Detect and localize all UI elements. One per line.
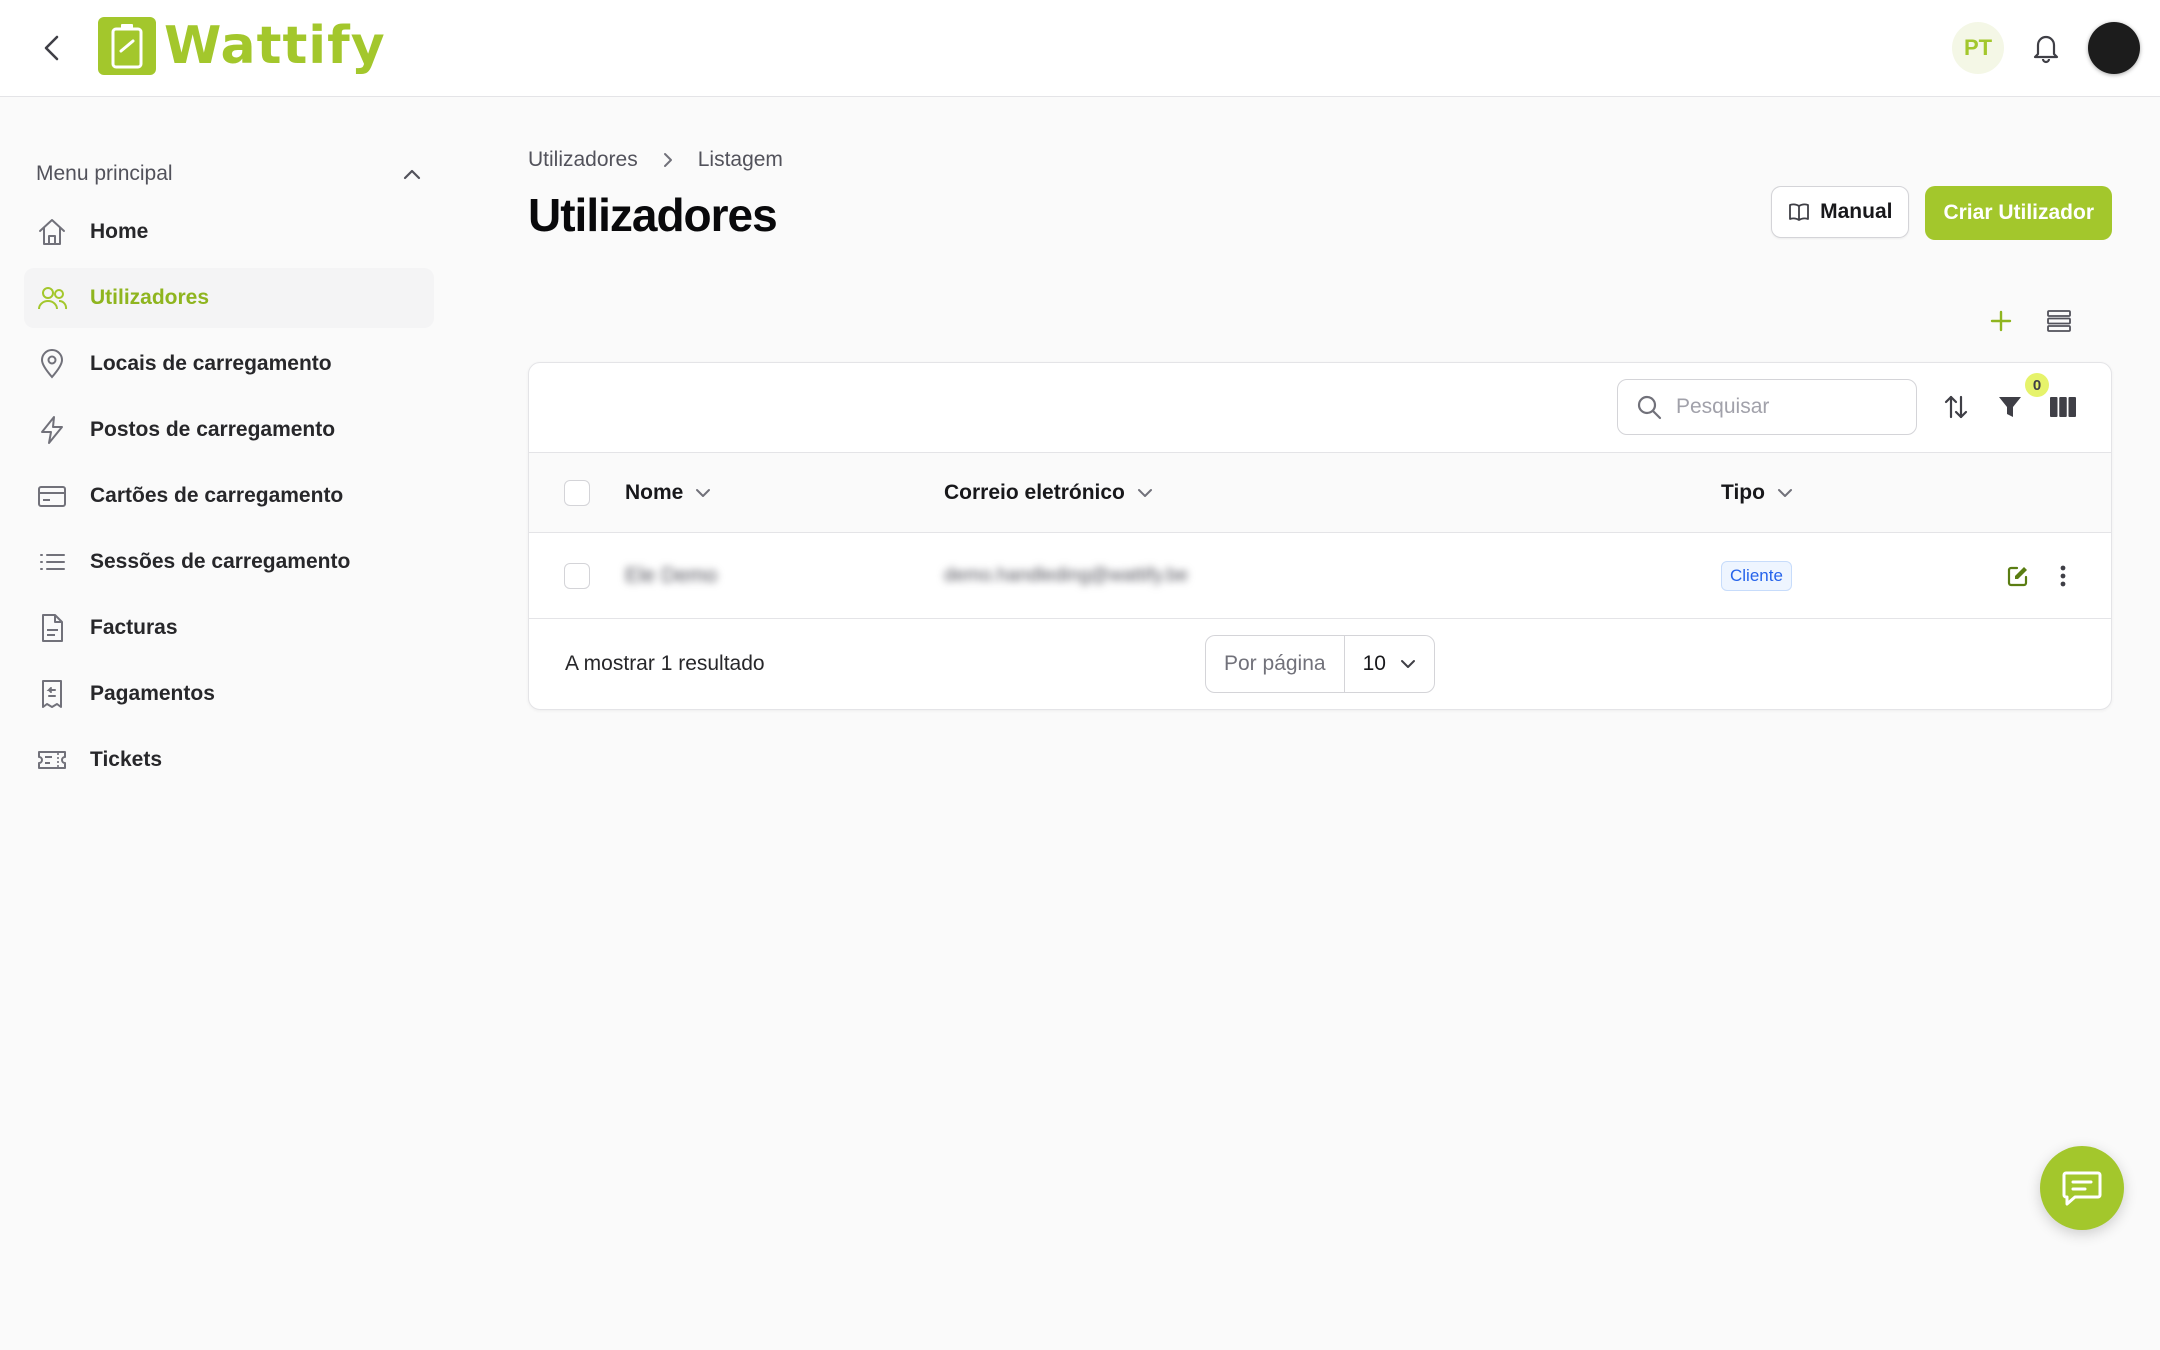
back-button[interactable]	[36, 30, 68, 66]
menu-title: Menu principal	[36, 162, 173, 185]
sidebar: Menu principal Home Utilizadores Locais …	[24, 150, 434, 796]
sidebar-item-label: Sessões de carregamento	[90, 550, 351, 573]
plus-icon	[1990, 310, 2012, 332]
app-logo[interactable]: Wattify	[98, 15, 386, 77]
edit-icon	[2007, 566, 2028, 587]
density-button[interactable]	[2042, 304, 2076, 338]
menu-section-header[interactable]: Menu principal	[24, 150, 434, 198]
row-checkbox[interactable]	[564, 563, 590, 589]
sort-arrows-icon	[1944, 395, 1968, 419]
sidebar-item-label: Locais de carregamento	[90, 352, 332, 375]
chevron-down-icon	[696, 489, 711, 497]
notifications-button[interactable]	[2026, 28, 2066, 68]
breadcrumb-item-users[interactable]: Utilizadores	[528, 148, 638, 172]
sidebar-item-facturas[interactable]: Facturas	[24, 598, 434, 658]
sidebar-nav: Home Utilizadores Locais de carregamento…	[24, 202, 434, 790]
language-switcher[interactable]: PT	[1952, 22, 2004, 74]
add-row-button[interactable]	[1984, 304, 2018, 338]
sidebar-item-label: Facturas	[90, 616, 178, 639]
per-page-label: Por página	[1206, 636, 1345, 692]
sidebar-item-cartoes[interactable]: Cartões de carregamento	[24, 466, 434, 526]
users-icon	[36, 282, 68, 314]
sidebar-item-label: Cartões de carregamento	[90, 484, 344, 507]
home-icon	[36, 216, 68, 248]
bell-icon	[2033, 35, 2059, 64]
user-type-cell: Cliente	[1721, 533, 1792, 619]
sidebar-item-locais[interactable]: Locais de carregamento	[24, 334, 434, 394]
column-header-name[interactable]: Nome	[625, 453, 711, 533]
document-icon	[36, 612, 68, 644]
table-tools	[1984, 304, 2076, 338]
per-page-value: 10	[1362, 652, 1386, 675]
chevron-down-icon	[1777, 489, 1792, 497]
table-row[interactable]: Ele Demo demo.handleding@wattify.be Clie…	[529, 533, 2111, 619]
users-table-card: Pesquisar 0 Nome Correio eletrónico Tipo…	[528, 362, 2112, 710]
sort-button[interactable]	[1939, 390, 1973, 424]
row-actions-button[interactable]	[2059, 533, 2067, 619]
sidebar-item-postos[interactable]: Postos de carregamento	[24, 400, 434, 460]
user-email-cell: demo.handleding@wattify.be	[944, 565, 1188, 586]
receipt-icon	[36, 678, 68, 710]
sidebar-item-pagamentos[interactable]: Pagamentos	[24, 664, 434, 724]
more-vertical-icon	[2060, 565, 2066, 587]
column-header-email[interactable]: Correio eletrónico	[944, 453, 1153, 533]
manual-button-label: Manual	[1820, 200, 1893, 223]
breadcrumb: Utilizadores Listagem	[528, 140, 2112, 180]
type-badge: Cliente	[1721, 561, 1792, 591]
sidebar-item-home[interactable]: Home	[24, 202, 434, 262]
sidebar-item-label: Pagamentos	[90, 682, 215, 705]
breadcrumb-item-current: Listagem	[697, 148, 783, 171]
lightning-icon	[36, 414, 68, 446]
create-user-button[interactable]: Criar Utilizador	[1925, 186, 2112, 240]
sidebar-item-sessoes[interactable]: Sessões de carregamento	[24, 532, 434, 592]
columns-button[interactable]	[2046, 390, 2080, 424]
edit-button[interactable]	[2007, 533, 2029, 619]
main-content: Utilizadores Listagem Utilizadores Manua…	[528, 140, 2112, 710]
map-pin-icon	[36, 348, 68, 380]
top-bar: Wattify PT	[0, 0, 2160, 97]
manual-button[interactable]: Manual	[1771, 186, 1910, 238]
table-footer: A mostrar 1 resultado Por página 10	[529, 619, 2111, 709]
column-header-label: Correio eletrónico	[944, 481, 1125, 504]
sidebar-item-label: Tickets	[90, 748, 162, 771]
sidebar-item-utilizadores[interactable]: Utilizadores	[24, 268, 434, 328]
search-input[interactable]: Pesquisar	[1617, 379, 1917, 435]
columns-icon	[2050, 397, 2076, 417]
sidebar-item-label: Utilizadores	[90, 286, 210, 309]
filter-button[interactable]	[1993, 390, 2027, 424]
credit-card-icon	[36, 480, 68, 512]
book-icon	[1789, 203, 1810, 221]
table-header: Nome Correio eletrónico Tipo	[529, 453, 2111, 533]
page-actions: Manual Criar Utilizador	[1771, 186, 2112, 240]
sidebar-item-tickets[interactable]: Tickets	[24, 730, 434, 790]
search-placeholder: Pesquisar	[1676, 395, 1770, 418]
table-toolbar: Pesquisar 0	[529, 363, 2111, 453]
chevron-down-icon	[1400, 660, 1415, 668]
column-header-label: Tipo	[1721, 481, 1765, 504]
column-header-label: Nome	[625, 481, 684, 504]
chevron-down-icon	[1137, 489, 1152, 497]
list-icon	[36, 546, 68, 578]
filter-icon	[1999, 397, 2021, 417]
column-header-type[interactable]: Tipo	[1721, 453, 1793, 533]
chat-icon	[2062, 1171, 2102, 1206]
chat-button[interactable]	[2040, 1146, 2124, 1230]
select-all-checkbox[interactable]	[564, 480, 590, 506]
ticket-icon	[36, 744, 68, 776]
chevron-right-icon	[662, 151, 674, 169]
search-icon	[1637, 395, 1662, 420]
per-page-select: Por página 10	[1205, 635, 1435, 693]
chevron-left-icon	[44, 35, 59, 61]
user-avatar[interactable]	[2088, 22, 2140, 74]
sidebar-item-label: Postos de carregamento	[90, 418, 336, 441]
rows-icon	[2047, 310, 2071, 332]
sidebar-item-label: Home	[90, 220, 149, 243]
app-name: Wattify	[164, 16, 386, 76]
user-name-cell: Ele Demo	[625, 564, 718, 587]
chevron-up-icon	[403, 169, 421, 180]
battery-logo-icon	[98, 17, 156, 75]
result-count: A mostrar 1 resultado	[565, 652, 765, 675]
per-page-dropdown[interactable]: 10	[1345, 636, 1434, 692]
